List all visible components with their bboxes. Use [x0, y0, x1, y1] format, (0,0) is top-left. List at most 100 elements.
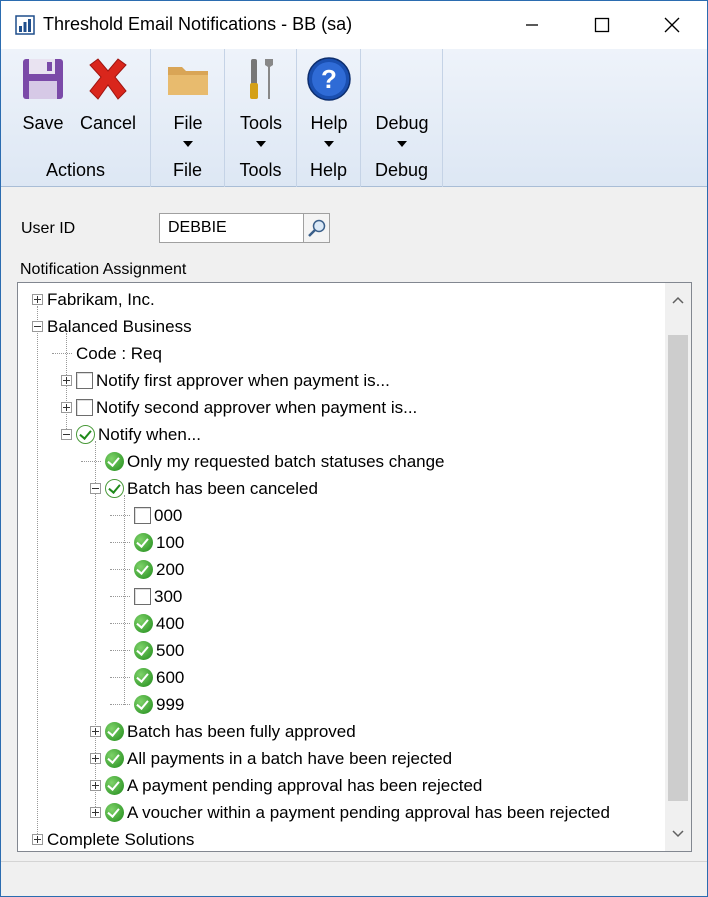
tree-node-only-my-requested-batch-statuses-change[interactable]: Only my requested batch statuses change [90, 448, 445, 475]
partial-check-icon[interactable] [76, 425, 95, 444]
tree-node-label: Code : Req [76, 343, 162, 363]
tree-node-label: Balanced Business [47, 316, 192, 336]
collapse-minus-icon[interactable] [90, 483, 101, 494]
tree-node-label: 000 [154, 505, 183, 525]
file-button[interactable]: File [161, 53, 215, 153]
cancel-button[interactable]: Cancel [75, 53, 141, 153]
scroll-thumb[interactable] [668, 335, 688, 801]
checked-green-icon[interactable] [134, 641, 153, 660]
tree-node-label: Notify first approver when payment is... [96, 370, 390, 390]
checked-green-icon[interactable] [134, 668, 153, 687]
expand-plus-icon[interactable] [90, 726, 101, 737]
tree-node-100[interactable]: 100 [119, 529, 184, 556]
checked-green-icon[interactable] [105, 803, 124, 822]
debug-dropdown-arrow-icon [397, 141, 407, 147]
tree-node-notify-second-approver-when-payment-is[interactable]: Notify second approver when payment is..… [61, 394, 417, 421]
checked-green-icon[interactable] [134, 560, 153, 579]
minimize-button[interactable] [497, 1, 567, 49]
expand-plus-icon[interactable] [90, 807, 101, 818]
debug-button[interactable]: Debug [371, 53, 433, 153]
file-label: File [173, 113, 203, 133]
checked-green-icon[interactable] [105, 749, 124, 768]
debug-blank-icon [378, 55, 426, 103]
tree-node-label: 600 [156, 667, 185, 687]
tree-node-code-req[interactable]: Code : Req [61, 340, 162, 367]
group-label-help: Help [309, 160, 348, 180]
expand-plus-icon[interactable] [90, 753, 101, 764]
tree-node-999[interactable]: 999 [119, 691, 184, 718]
tree-node-200[interactable]: 200 [119, 556, 184, 583]
checked-green-icon[interactable] [134, 695, 153, 714]
save-button[interactable]: Save [15, 53, 71, 153]
tree-node-complete-solutions[interactable]: Complete Solutions [32, 826, 194, 851]
debug-label: Debug [375, 113, 429, 133]
status-bar [1, 861, 707, 896]
cancel-label: Cancel [79, 113, 137, 133]
vertical-scrollbar[interactable] [665, 283, 691, 851]
app-chart-icon [15, 15, 35, 35]
expand-plus-icon[interactable] [61, 375, 72, 386]
tree-node-400[interactable]: 400 [119, 610, 184, 637]
expand-plus-icon[interactable] [32, 294, 43, 305]
tree-node-notify-first-approver-when-payment-is[interactable]: Notify first approver when payment is... [61, 367, 390, 394]
partial-check-icon[interactable] [105, 479, 124, 498]
tree-node-batch-has-been-canceled[interactable]: Batch has been canceled [90, 475, 318, 502]
svg-text:?: ? [321, 64, 337, 94]
tree-node-label: 100 [156, 532, 185, 552]
expand-plus-icon[interactable] [32, 834, 43, 845]
checked-green-icon[interactable] [134, 533, 153, 552]
tree-node-label: Notify second approver when payment is..… [96, 397, 418, 417]
close-icon [664, 17, 680, 33]
close-button[interactable] [637, 1, 707, 49]
expand-plus-icon[interactable] [90, 780, 101, 791]
checked-green-icon[interactable] [105, 452, 124, 471]
tree-node-label: Notify when... [98, 424, 201, 444]
help-button[interactable]: ? Help [302, 53, 356, 153]
help-icon: ? [307, 57, 351, 101]
tree-node-label: Only my requested batch statuses change [127, 451, 445, 471]
tree-node-a-voucher-within-a-payment-pending-approval-has-been-rejected[interactable]: A voucher within a payment pending appro… [90, 799, 610, 826]
tree-node-label: All payments in a batch have been reject… [127, 748, 453, 768]
user-id-field[interactable]: DEBBIE [159, 213, 305, 243]
tree-node-a-payment-pending-approval-has-been-rejected[interactable]: A payment pending approval has been reje… [90, 772, 482, 799]
unchecked-checkbox-icon[interactable] [134, 588, 151, 605]
checked-green-icon[interactable] [105, 776, 124, 795]
scroll-up-button[interactable] [665, 285, 691, 315]
title-bar: Threshold Email Notifications - BB (sa) [1, 1, 707, 49]
user-lookup-button[interactable] [303, 213, 330, 243]
group-label-tools: Tools [239, 160, 282, 180]
tree-node-label: 400 [156, 613, 185, 633]
maximize-button[interactable] [567, 1, 637, 49]
expand-plus-icon[interactable] [61, 402, 72, 413]
checked-green-icon[interactable] [134, 614, 153, 633]
tree-node-fabrikam-inc[interactable]: Fabrikam, Inc. [32, 286, 155, 313]
collapse-minus-icon[interactable] [61, 429, 72, 440]
ribbon: Save Cancel Actions File File Tools Tool… [1, 49, 707, 187]
tree-node-label: A voucher within a payment pending appro… [127, 802, 610, 822]
ribbon-group-file: File File [151, 49, 225, 187]
checked-green-icon[interactable] [105, 722, 124, 741]
tree-node-500[interactable]: 500 [119, 637, 184, 664]
tools-button[interactable]: Tools [234, 53, 288, 153]
tree-node-batch-has-been-fully-approved[interactable]: Batch has been fully approved [90, 718, 356, 745]
tree-node-notify-when[interactable]: Notify when... [61, 421, 201, 448]
unchecked-checkbox-icon[interactable] [76, 399, 93, 416]
window: Threshold Email Notifications - BB (sa) … [0, 0, 708, 897]
notification-tree[interactable]: Fabrikam, Inc. Balanced Business Code : Re… [17, 282, 692, 852]
folder-icon [168, 67, 208, 95]
magnifier-icon [307, 219, 325, 237]
tree-node-000[interactable]: 000 [119, 502, 182, 529]
tree-node-300[interactable]: 300 [119, 583, 182, 610]
tree-node-label: 999 [156, 694, 185, 714]
collapse-minus-icon[interactable] [32, 321, 43, 332]
cancel-icon [89, 58, 127, 100]
tree-node-label: 200 [156, 559, 185, 579]
tree-node-balanced-business[interactable]: Balanced Business [32, 313, 192, 340]
unchecked-checkbox-icon[interactable] [76, 372, 93, 389]
tree-node-all-payments-in-a-batch-have-been-rejected[interactable]: All payments in a batch have been reject… [90, 745, 452, 772]
tree-node-label: A payment pending approval has been reje… [127, 775, 483, 795]
scroll-down-button[interactable] [665, 819, 691, 849]
tree-node-600[interactable]: 600 [119, 664, 184, 691]
unchecked-checkbox-icon[interactable] [134, 507, 151, 524]
tree-node-label: 300 [154, 586, 183, 606]
